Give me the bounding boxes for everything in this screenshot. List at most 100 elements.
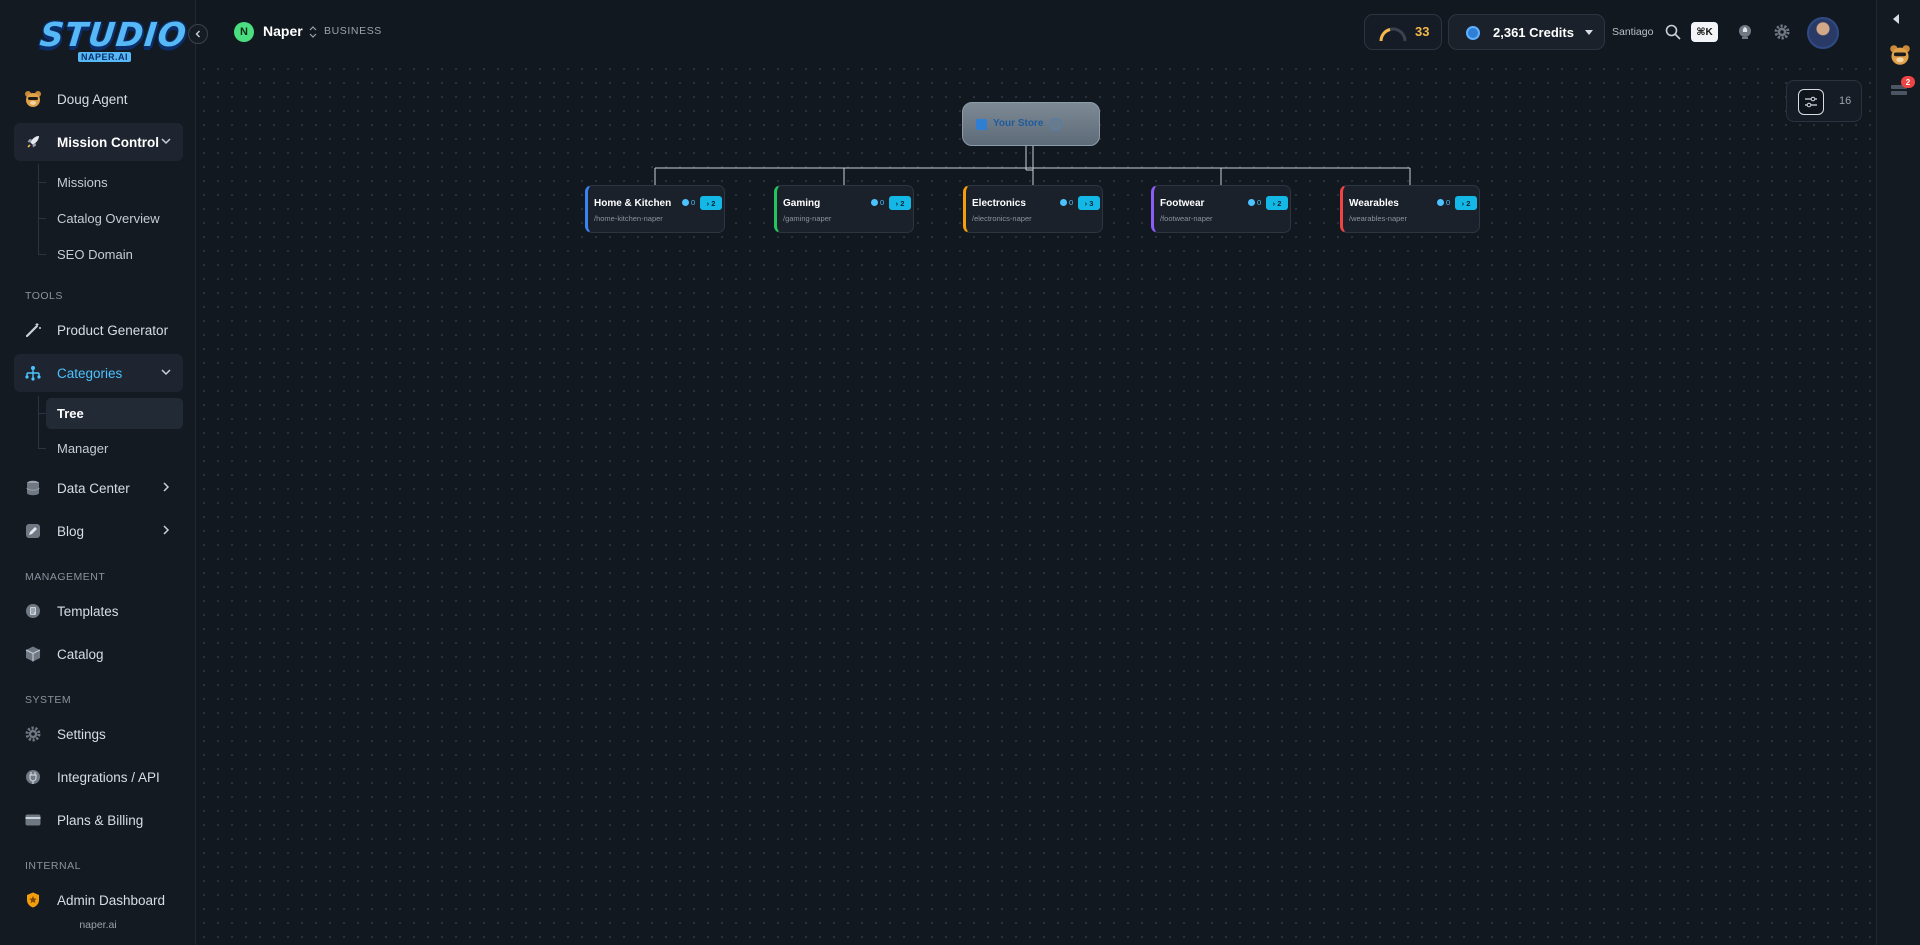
gear-icon[interactable] — [1773, 23, 1791, 41]
magic-wand-icon — [24, 321, 42, 339]
sidebar-item-label: Admin Dashboard — [57, 892, 166, 908]
plug-icon — [24, 768, 42, 786]
sidebar-subitem-manager[interactable]: Manager — [46, 433, 183, 463]
credit-card-icon — [24, 811, 42, 829]
tree-guide-line — [38, 164, 39, 254]
templates-icon — [24, 602, 42, 620]
sidebar-subitem-catalog-overview[interactable]: Catalog Overview — [46, 203, 183, 233]
category-slug: /electronics-naper — [972, 214, 1032, 223]
category-node[interactable]: Footwear 0 › 2/footwear-naper — [1151, 185, 1291, 233]
category-name: Footwear — [1160, 198, 1205, 209]
rocket-badge-icon[interactable] — [1736, 23, 1754, 41]
sidebar-subitem-tree[interactable]: Tree — [46, 398, 183, 429]
gauge-icon — [1379, 27, 1407, 42]
workspace-plan-badge: BUSINESS — [324, 25, 382, 37]
category-tree-icon — [24, 364, 42, 382]
product-count: 0 — [682, 198, 695, 207]
category-node[interactable]: Wearables 0 › 2/wearables-naper — [1340, 185, 1480, 233]
notification-count-badge: 2 — [1901, 76, 1915, 88]
sidebar-item-label: Templates — [57, 603, 119, 619]
category-name: Home & Kitchen — [594, 198, 672, 209]
category-node[interactable]: Electronics 0 › 3/electronics-naper — [963, 185, 1103, 233]
sidebar-item-label: Integrations / API — [57, 769, 160, 785]
command-k-shortcut[interactable]: ⌘K — [1691, 22, 1718, 42]
credit-coin-icon — [1466, 26, 1480, 40]
sidebar-item-categories[interactable]: Categories — [14, 354, 183, 392]
sidebar-item-templates[interactable]: Templates — [14, 592, 183, 630]
box-icon — [24, 645, 42, 663]
subcategory-count-badge[interactable]: › 2 — [700, 196, 722, 210]
category-slug: /footwear-naper — [1160, 214, 1213, 223]
root-child-count: 5 — [1049, 118, 1062, 131]
tree-guide-line — [38, 396, 39, 448]
product-icon — [871, 199, 878, 206]
shield-icon — [24, 891, 42, 909]
sidebar-item-plans-billing[interactable]: Plans & Billing — [14, 801, 183, 839]
root-store-node[interactable]: Your Store 5 — [962, 102, 1100, 146]
sidebar-item-label: Blog — [57, 523, 85, 539]
credits-dropdown[interactable]: 2,361 Credits — [1448, 14, 1605, 50]
rail-collapse-icon[interactable] — [1893, 14, 1899, 24]
usage-gauge[interactable]: 33 — [1364, 14, 1442, 50]
category-name: Electronics — [972, 198, 1026, 209]
workspace-avatar[interactable]: N — [234, 22, 254, 42]
search-icon[interactable] — [1664, 23, 1682, 41]
product-count: 0 — [1437, 198, 1450, 207]
logo-subtext: NAPER.AI — [78, 52, 132, 62]
view-settings-button[interactable] — [1798, 89, 1824, 115]
sidebar-item-product-generator[interactable]: Product Generator — [14, 311, 183, 349]
tree-guide-tick — [38, 182, 46, 183]
sidebar-collapse-button[interactable] — [188, 24, 208, 44]
category-node[interactable]: Gaming 0 › 2/gaming-naper — [774, 185, 914, 233]
product-count: 0 — [871, 198, 884, 207]
sidebar-item-label: Categories — [57, 365, 123, 381]
product-icon — [1437, 199, 1444, 206]
sliders-icon — [1805, 96, 1817, 108]
sidebar-subitem-missions[interactable]: Missions — [46, 167, 183, 197]
sidebar-item-data-center[interactable]: Data Center — [14, 469, 183, 507]
sidebar-item-integrations[interactable]: Integrations / API — [14, 758, 183, 796]
logo-text: STUDIO — [38, 15, 189, 54]
studio-logo[interactable]: STUDIO NAPER.AI — [38, 15, 189, 66]
subcategory-count-badge[interactable]: › 2 — [1455, 196, 1477, 210]
product-count-value: 0 — [1446, 198, 1451, 207]
bear-mascot-icon[interactable] — [1889, 44, 1911, 66]
sidebar-item-doug-agent[interactable]: Doug Agent — [14, 80, 183, 118]
sidebar-item-label: Doug Agent — [57, 91, 128, 107]
user-avatar[interactable] — [1807, 17, 1839, 49]
product-count-value: 0 — [691, 198, 696, 207]
tree-guide-tick — [38, 218, 46, 219]
sidebar-subitem-seo-domain[interactable]: SEO Domain — [46, 239, 183, 269]
product-count: 0 — [1248, 198, 1261, 207]
right-rail: 2 — [1876, 0, 1920, 945]
subcategory-count-badge[interactable]: › 2 — [889, 196, 911, 210]
sidebar-item-mission-control[interactable]: Mission Control — [14, 123, 183, 161]
tree-guide-tick — [38, 413, 46, 414]
category-name: Wearables — [1349, 198, 1399, 209]
subcategory-count-badge[interactable]: › 2 — [1266, 196, 1288, 210]
workspace-name[interactable]: Naper — [263, 23, 303, 39]
tree-guide-tick — [38, 448, 46, 449]
sidebar-item-catalog[interactable]: Catalog — [14, 635, 183, 673]
category-slug: /gaming-naper — [783, 214, 832, 223]
section-label-tools: TOOLS — [25, 290, 63, 302]
category-name: Gaming — [783, 198, 821, 209]
section-label-internal: INTERNAL — [25, 860, 81, 872]
section-label-management: MANAGEMENT — [25, 571, 106, 583]
footer-domain: naper.ai — [79, 919, 117, 931]
sidebar-item-blog[interactable]: Blog — [14, 512, 183, 550]
category-slug: /home-kitchen-naper — [594, 214, 663, 223]
sidebar-item-settings[interactable]: Settings — [14, 715, 183, 753]
sidebar-item-admin-dashboard[interactable]: Admin Dashboard — [14, 881, 183, 919]
sort-selector-icon[interactable] — [308, 25, 318, 39]
canvas-controls-panel: 16 — [1786, 80, 1862, 122]
sidebar: STUDIO NAPER.AI Doug Agent Mission Contr… — [0, 0, 196, 945]
product-icon — [682, 199, 689, 206]
chevron-right-icon — [163, 525, 170, 535]
product-count-value: 0 — [880, 198, 885, 207]
user-name: Santiago — [1612, 26, 1654, 38]
chevron-right-icon — [163, 482, 170, 492]
category-node[interactable]: Home & Kitchen 0 › 2/home-kitchen-naper — [585, 185, 725, 233]
gauge-value: 33 — [1415, 24, 1430, 39]
subcategory-count-badge[interactable]: › 3 — [1078, 196, 1100, 210]
